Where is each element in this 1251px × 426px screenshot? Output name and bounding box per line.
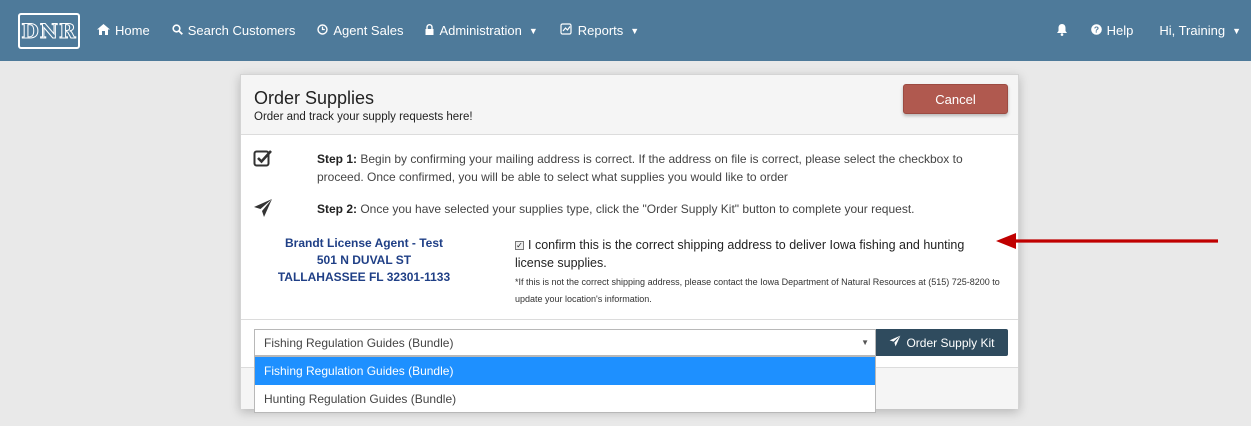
nav-agent-sales-label: Agent Sales xyxy=(333,23,404,38)
user-menu-label: Hi, Training xyxy=(1159,23,1226,38)
order-supply-kit-button[interactable]: Order Supply Kit xyxy=(876,329,1008,356)
confirm-address-checkbox-row[interactable]: ✓ I confirm this is the correct shipping … xyxy=(515,236,1005,272)
clock-icon xyxy=(317,23,329,38)
dnr-logo[interactable]: DNR xyxy=(18,12,80,49)
dropdown-option-hunting[interactable]: Hunting Regulation Guides (Bundle) xyxy=(255,385,875,413)
step-2-label: Step 2: xyxy=(317,202,358,216)
nav-help[interactable]: ? Help xyxy=(1090,23,1134,38)
help-icon: ? xyxy=(1090,23,1102,38)
page-subtitle: Order and track your supply requests her… xyxy=(254,111,473,123)
nav-reports[interactable]: Reports ▼ xyxy=(560,23,639,38)
svg-text:?: ? xyxy=(1093,24,1098,34)
check-square-icon xyxy=(252,147,274,169)
chevron-down-icon: ▼ xyxy=(1232,25,1241,36)
cancel-button[interactable]: Cancel xyxy=(903,84,1008,114)
address-city: TALLAHASSEE FL 32301-1133 xyxy=(277,270,451,284)
order-supply-kit-label: Order Supply Kit xyxy=(906,335,995,350)
paper-plane-icon xyxy=(889,335,901,350)
dropdown-option-fishing[interactable]: Fishing Regulation Guides (Bundle) xyxy=(255,357,875,385)
confirm-address-checkbox[interactable]: ✓ xyxy=(515,241,524,250)
step-2-text: Step 2: Once you have selected your supp… xyxy=(317,200,1007,218)
nav-reports-label: Reports xyxy=(577,23,624,38)
nav-agent-sales[interactable]: Agent Sales xyxy=(317,23,403,38)
nav-administration-label: Administration xyxy=(439,23,522,38)
nav-administration[interactable]: Administration ▼ xyxy=(425,23,538,38)
supply-type-select[interactable]: Fishing Regulation Guides (Bundle) ▼ xyxy=(254,329,876,356)
chevron-down-icon: ▼ xyxy=(528,25,538,36)
address-street: 501 N DUVAL ST xyxy=(316,253,412,267)
annotation-arrow-icon xyxy=(996,231,1220,256)
bell-icon xyxy=(1056,23,1068,39)
address-name: Brandt License Agent - Test xyxy=(284,236,444,250)
reports-icon xyxy=(560,23,573,38)
step-2-description: Once you have selected your supplies typ… xyxy=(357,202,915,216)
lock-icon xyxy=(425,23,434,38)
nav-search-customers-label: Search Customers xyxy=(187,23,296,38)
select-arrow-icon: ▼ xyxy=(861,338,869,347)
nav-home[interactable]: Home xyxy=(97,23,150,38)
supply-type-dropdown[interactable]: Fishing Regulation Guides (Bundle) Hunti… xyxy=(254,356,876,413)
section-divider xyxy=(241,319,1018,320)
user-menu[interactable]: Hi, Training ▼ xyxy=(1159,23,1241,38)
confirm-address-label: I confirm this is the correct shipping a… xyxy=(515,238,965,270)
supply-type-selected-value: Fishing Regulation Guides (Bundle) xyxy=(264,335,454,350)
home-icon xyxy=(97,23,110,38)
page-title: Order Supplies xyxy=(254,88,375,108)
top-navbar: DNR Home Search Customers Agent Sales Ad… xyxy=(0,0,1251,61)
panel-header: Order Supplies Order and track your supp… xyxy=(241,75,1018,135)
nav-help-label: Help xyxy=(1106,23,1134,38)
shipping-address: Brandt License Agent - Test 501 N DUVAL … xyxy=(274,235,454,286)
step-1-label: Step 1: xyxy=(317,152,358,166)
chevron-down-icon: ▼ xyxy=(630,25,640,36)
step-1-text: Step 1: Begin by confirming your mailing… xyxy=(317,150,997,186)
address-help-note: *If this is not the correct shipping add… xyxy=(515,277,1000,304)
step-1-description: Begin by confirming your mailing address… xyxy=(317,152,963,184)
nav-search-customers[interactable]: Search Customers xyxy=(172,23,296,38)
search-icon xyxy=(172,23,183,38)
paper-plane-icon xyxy=(252,197,274,219)
notifications-button[interactable] xyxy=(1056,23,1068,39)
nav-home-label: Home xyxy=(115,23,150,38)
